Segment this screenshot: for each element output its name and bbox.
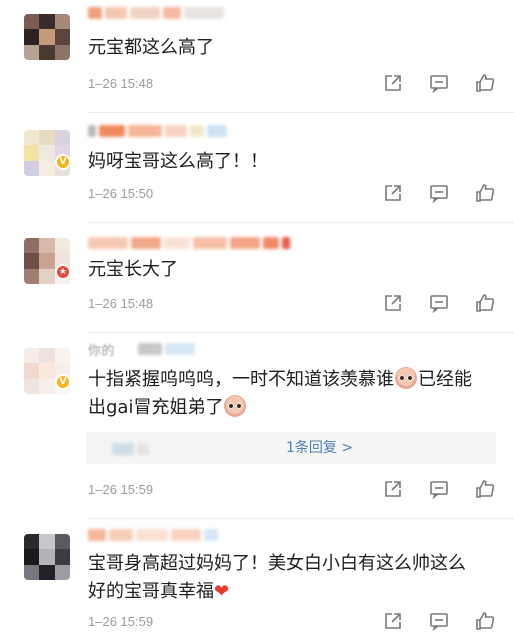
share-icon[interactable] xyxy=(382,610,404,632)
comment-text-line2: 好的宝哥真幸福 xyxy=(88,581,214,602)
username[interactable] xyxy=(88,6,224,20)
view-replies-link[interactable]: 1条回复 > xyxy=(286,432,353,464)
username[interactable]: 你的 xyxy=(88,340,115,359)
like-icon[interactable] xyxy=(474,610,496,632)
comment-text: 十指紧握呜呜呜，一时不知道该羡慕谁 已经能 出gai冒充姐弟了 xyxy=(88,366,498,422)
verified-badge-icon: V xyxy=(55,154,71,170)
verified-badge-icon: ★ xyxy=(55,264,71,280)
comment-icon[interactable] xyxy=(428,72,450,94)
timestamp: 1–26 15:59 xyxy=(88,614,154,629)
like-icon[interactable] xyxy=(474,292,496,314)
avatar[interactable] xyxy=(24,14,70,60)
username[interactable] xyxy=(88,528,218,542)
action-bar xyxy=(382,72,496,94)
share-icon[interactable] xyxy=(382,72,404,94)
comment-text: 元宝长大了 xyxy=(88,259,178,280)
action-bar xyxy=(382,478,496,500)
like-icon[interactable] xyxy=(474,182,496,204)
face-emoji-icon xyxy=(395,367,417,389)
comment-icon[interactable] xyxy=(428,292,450,314)
timestamp: 1–26 15:59 xyxy=(88,482,154,497)
timestamp: 1–26 15:48 xyxy=(88,76,154,91)
comment-text-line1: 宝哥身高超过妈妈了！美女白小白有这么帅这么 xyxy=(88,553,466,574)
comment-text-line1-end: 已经能 xyxy=(418,369,472,390)
comment-text: 元宝都这么高了 xyxy=(88,37,214,58)
face-emoji-icon xyxy=(224,395,247,417)
comment-text-line2: 出gai冒充姐弟了 xyxy=(88,397,224,418)
comment-icon[interactable] xyxy=(428,478,450,500)
reply-author-blur xyxy=(112,442,149,456)
divider xyxy=(88,332,514,333)
comment-icon[interactable] xyxy=(428,182,450,204)
action-bar xyxy=(382,182,496,204)
like-icon[interactable] xyxy=(474,478,496,500)
comment-icon[interactable] xyxy=(428,610,450,632)
divider xyxy=(88,112,514,113)
share-icon[interactable] xyxy=(382,478,404,500)
share-icon[interactable] xyxy=(382,182,404,204)
timestamp: 1–26 15:48 xyxy=(88,296,154,311)
comment-text: 妈呀宝哥这么高了！！ xyxy=(88,151,268,172)
heart-icon: ❤ xyxy=(214,581,230,602)
action-bar xyxy=(382,610,496,632)
username-blur xyxy=(138,342,195,356)
username[interactable] xyxy=(88,124,227,138)
action-bar xyxy=(382,292,496,314)
timestamp: 1–26 15:50 xyxy=(88,186,154,201)
share-icon[interactable] xyxy=(382,292,404,314)
like-icon[interactable] xyxy=(474,72,496,94)
divider xyxy=(88,518,514,519)
comment-text-line1: 十指紧握呜呜呜，一时不知道该羡慕谁 xyxy=(88,369,394,390)
verified-badge-icon: V xyxy=(55,374,71,390)
username[interactable] xyxy=(88,236,290,250)
comment-text: 宝哥身高超过妈妈了！美女白小白有这么帅这么 好的宝哥真幸福❤ xyxy=(88,550,498,606)
divider xyxy=(88,222,514,223)
reply-preview[interactable]: 1条回复 > xyxy=(86,432,496,464)
avatar[interactable] xyxy=(24,534,70,580)
